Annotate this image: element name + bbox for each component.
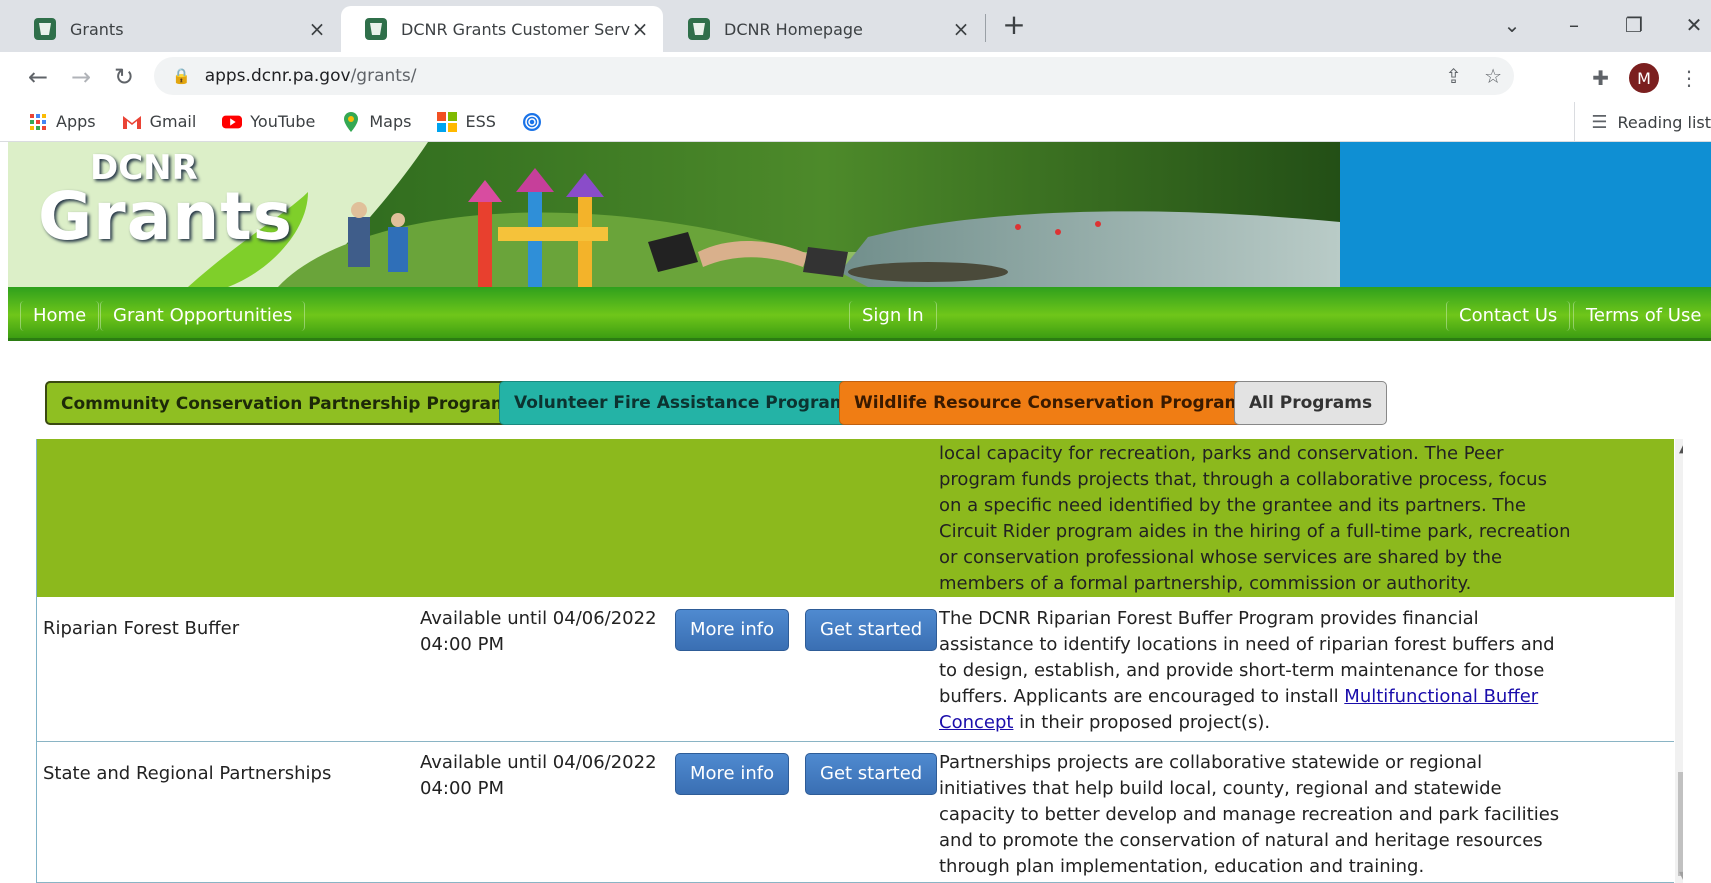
pa-keystone-icon <box>365 18 387 40</box>
nav-contact-us[interactable]: Contact Us <box>1446 301 1571 331</box>
grants-table[interactable]: local capacity for recreation, parks and… <box>36 439 1683 883</box>
program-description: Partnerships projects are collaborative … <box>939 752 1560 877</box>
bookmark-unnamed[interactable] <box>522 112 550 132</box>
bookmark-label: Maps <box>369 112 412 131</box>
program-availability: Available until 04/06/2022 04:00 PM <box>420 752 657 799</box>
scroll-up-arrow-icon[interactable]: ▲ <box>1679 442 1683 455</box>
program-availability: Available until 04/06/2022 04:00 PM <box>420 608 657 655</box>
description-text: in their proposed project(s). <box>1013 712 1271 733</box>
extensions-icon[interactable]: ✚ <box>1592 66 1609 90</box>
bookmark-label: YouTube <box>250 112 316 131</box>
tab-dcnr-homepage[interactable]: DCNR Homepage × <box>664 6 984 52</box>
fingerprint-icon <box>522 112 542 132</box>
avatar[interactable]: M <box>1629 63 1659 93</box>
reading-list-label: Reading list <box>1617 112 1711 132</box>
reading-list-icon: ☰ <box>1591 111 1608 133</box>
site-banner: DCNR Grants <box>8 142 1711 287</box>
table-row: local capacity for recreation, parks and… <box>37 439 1674 597</box>
program-wrc-button[interactable]: Wildlife Resource Conservation Program <box>839 381 1258 425</box>
tab-strip: Grants × DCNR Grants Customer Service P … <box>0 0 1711 52</box>
pa-keystone-icon <box>34 18 56 40</box>
url-path: /grants/ <box>350 66 417 86</box>
address-bar[interactable]: 🔒 apps.dcnr.pa.gov/grants/ ⇪ ☆ <box>154 57 1514 95</box>
maps-pin-icon <box>341 111 361 132</box>
tab-title: DCNR Homepage <box>724 19 863 39</box>
more-info-button[interactable]: More info <box>675 753 790 795</box>
dcnr-grants-logo[interactable]: DCNR Grants <box>38 150 294 255</box>
close-icon[interactable]: × <box>629 18 651 40</box>
program-vfa-button[interactable]: Volunteer Fire Assistance Program <box>499 381 863 425</box>
tab-title: Grants <box>70 19 124 39</box>
minimize-button[interactable]: – <box>1556 10 1592 40</box>
bookmark-youtube[interactable]: YouTube <box>222 112 315 132</box>
new-tab-button[interactable]: + <box>998 10 1030 42</box>
nav-home[interactable]: Home <box>20 301 100 331</box>
tab-search-icon[interactable]: ⌄ <box>1494 10 1530 40</box>
bookmark-gmail[interactable]: Gmail <box>122 112 197 132</box>
close-icon[interactable]: × <box>306 18 328 40</box>
nav-sign-in[interactable]: Sign In <box>849 301 937 331</box>
tab-separator <box>985 14 986 42</box>
forward-icon[interactable]: → <box>63 60 99 96</box>
table-scrollbar[interactable]: ▲ ▼ <box>1675 439 1683 883</box>
close-window-button[interactable]: ✕ <box>1676 10 1711 40</box>
tab-dcnr-grants[interactable]: DCNR Grants Customer Service P × <box>341 6 663 52</box>
site-navbar: Home Grant Opportunities Sign In Contact… <box>8 287 1711 341</box>
reading-list-button[interactable]: ☰ Reading list <box>1574 102 1711 142</box>
apps-grid-icon <box>28 112 48 132</box>
bookmark-apps[interactable]: Apps <box>28 112 96 132</box>
get-started-button[interactable]: Get started <box>805 753 938 795</box>
program-description: The DCNR Riparian Forest Buffer Program … <box>939 606 1575 736</box>
logo-bottom-text: Grants <box>38 178 294 255</box>
browser-chrome: Grants × DCNR Grants Customer Service P … <box>0 0 1711 142</box>
tab-title: DCNR Grants Customer Service P <box>401 19 631 39</box>
bookmark-ess[interactable]: ESS <box>437 111 496 132</box>
share-icon[interactable]: ⇪ <box>1445 64 1462 88</box>
scrollbar-thumb[interactable] <box>1678 772 1683 876</box>
nav-terms-of-use[interactable]: Terms of Use <box>1573 301 1711 331</box>
program-ccp-button[interactable]: Community Conservation Partnership Progr… <box>45 381 525 425</box>
bookmark-maps[interactable]: Maps <box>341 111 412 132</box>
gmail-icon <box>122 112 142 132</box>
more-info-button[interactable]: More info <box>675 609 790 651</box>
bookmarks-bar: Apps Gmail YouTube Maps ESS ☰ Reading li… <box>0 102 1711 142</box>
program-description: local capacity for recreation, parks and… <box>939 443 1571 594</box>
menu-dots-icon[interactable]: ⋮ <box>1679 66 1699 90</box>
program-name: Riparian Forest Buffer <box>43 618 240 639</box>
reload-icon[interactable]: ↻ <box>106 60 142 96</box>
url-host: apps.dcnr.pa.gov <box>204 66 351 86</box>
windows-logo-icon <box>437 111 458 132</box>
back-icon[interactable]: ← <box>20 60 56 96</box>
get-started-button[interactable]: Get started <box>805 609 938 651</box>
browser-toolbar: ← → ↻ 🔒 apps.dcnr.pa.gov/grants/ ⇪ ☆ ✚ M… <box>0 52 1711 102</box>
table-row: Riparian Forest Buffer Available until 0… <box>37 597 1674 742</box>
program-all-button[interactable]: All Programs <box>1234 381 1388 425</box>
scroll-down-arrow-icon[interactable]: ▼ <box>1679 869 1683 882</box>
close-icon[interactable]: × <box>950 18 972 40</box>
bookmark-star-icon[interactable]: ☆ <box>1484 64 1502 88</box>
bookmark-label: Gmail <box>149 112 197 131</box>
tab-grants[interactable]: Grants × <box>10 6 340 52</box>
program-name: State and Regional Partnerships <box>43 763 332 784</box>
pa-keystone-icon <box>688 18 710 40</box>
youtube-icon <box>222 112 243 132</box>
bookmark-label: ESS <box>465 112 496 131</box>
nav-grant-opportunities[interactable]: Grant Opportunities <box>100 301 306 331</box>
lock-icon[interactable]: 🔒 <box>172 67 191 85</box>
page-content: DCNR Grants Home Grant Opportunities Sig… <box>8 142 1711 883</box>
restore-button[interactable]: ❐ <box>1616 10 1652 40</box>
bookmark-label: Apps <box>56 112 96 131</box>
table-row: State and Regional Partnerships Availabl… <box>37 742 1674 883</box>
